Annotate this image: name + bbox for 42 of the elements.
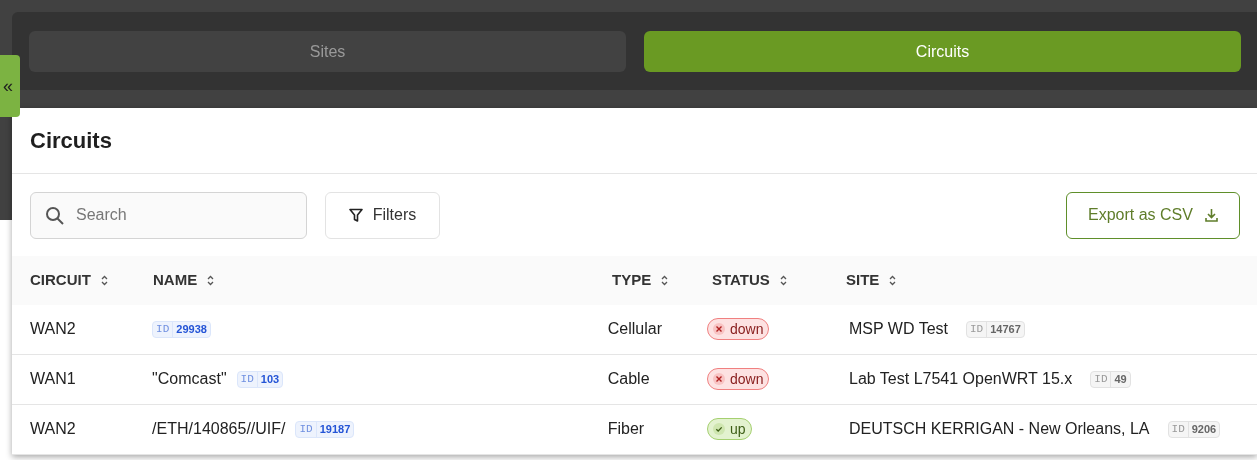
type-cell-text: Cable bbox=[607, 369, 650, 390]
site-cell-text: MSP WD Test bbox=[849, 319, 948, 340]
circuit-cell-text: WAN2 bbox=[30, 319, 76, 340]
column-header[interactable]: CIRCUIT bbox=[30, 269, 91, 292]
type-cell-text: Fiber bbox=[607, 419, 645, 440]
id-badge: ID 49 bbox=[1090, 371, 1131, 388]
tab[interactable]: Sites bbox=[29, 31, 626, 72]
name-cell-text: "Comcast" bbox=[152, 369, 227, 390]
filters-button[interactable]: Filters bbox=[325, 191, 440, 239]
sort-icon bbox=[779, 275, 787, 287]
status-badge: down bbox=[707, 318, 770, 341]
id-badge: ID 103 bbox=[236, 371, 284, 388]
export-button[interactable]: Export as CSV bbox=[1066, 191, 1240, 239]
sort-icon bbox=[100, 275, 108, 287]
status-badge: up bbox=[707, 418, 752, 441]
column-header[interactable]: STATUS bbox=[712, 269, 770, 292]
filter-icon bbox=[348, 207, 363, 223]
cross-icon bbox=[713, 323, 725, 336]
type-cell-text: Cellular bbox=[607, 319, 662, 340]
site-cell-text: Lab Test L7541 OpenWRT 15.x bbox=[849, 369, 1073, 390]
column-header[interactable]: SITE bbox=[846, 269, 880, 292]
name-cell-text: /ETH/140865//UIF/ bbox=[152, 419, 286, 440]
circuit-cell-text: WAN2 bbox=[30, 419, 76, 440]
sort-icon bbox=[889, 275, 897, 287]
download-icon bbox=[1204, 208, 1218, 223]
cross-icon bbox=[713, 373, 725, 386]
search-field[interactable]: Search bbox=[30, 191, 307, 239]
status-badge: down bbox=[707, 368, 770, 391]
sort-icon bbox=[661, 275, 669, 287]
column-header[interactable]: NAME bbox=[153, 269, 198, 292]
id-badge: ID 29938 bbox=[152, 321, 211, 338]
circuit-cell-text: WAN1 bbox=[30, 369, 76, 390]
sort-icon bbox=[207, 275, 215, 287]
id-badge: ID 9206 bbox=[1167, 421, 1221, 438]
site-cell-text: DEUTSCH KERRIGAN - New Orleans, LA bbox=[849, 419, 1150, 440]
panel-title: Circuits bbox=[30, 127, 112, 156]
id-badge: ID 19187 bbox=[295, 421, 355, 438]
check-icon bbox=[713, 423, 725, 436]
id-badge: ID 14767 bbox=[966, 321, 1025, 338]
search-icon bbox=[45, 205, 65, 226]
collapse-button[interactable]: « bbox=[0, 55, 20, 117]
column-header[interactable]: TYPE bbox=[612, 269, 652, 292]
